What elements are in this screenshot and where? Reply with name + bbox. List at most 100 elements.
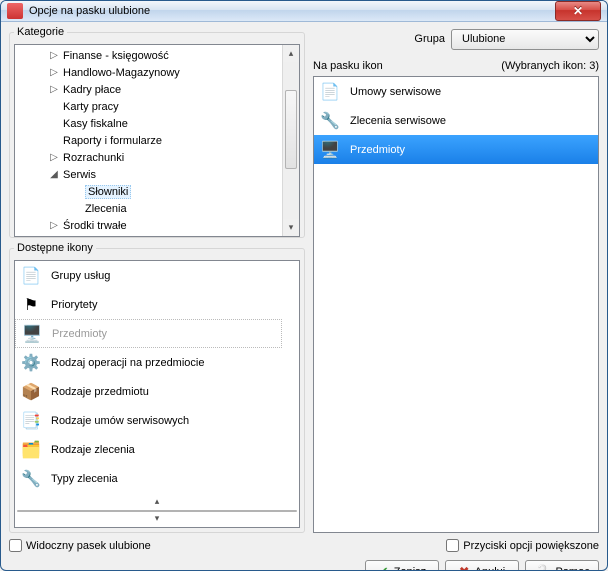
categories-tree[interactable]: ▷ Finanse - księgowość ▷ Handlowo-Magazynow… bbox=[14, 44, 300, 237]
large-buttons-input[interactable] bbox=[446, 539, 459, 552]
scroll-down-icon[interactable]: ▾ bbox=[283, 219, 299, 236]
tree-item[interactable]: ▷ Finanse - księgowość bbox=[17, 47, 282, 64]
scroll-down-icon[interactable]: ▾ bbox=[15, 510, 299, 527]
toolbar-icons-list[interactable]: 📄Umowy serwisowe 🔧 Zlecenia serwisowe 🖥️ Prz… bbox=[313, 76, 599, 533]
item-icon: ⚙️ bbox=[19, 352, 43, 374]
left-column: Kategorie ▷ Finanse - księgowość ▷ Handlowo… bbox=[9, 26, 305, 533]
list-item-label: Rodzaje przedmiotu bbox=[51, 386, 149, 398]
item-icon: 🔧 bbox=[19, 468, 43, 490]
cross-icon: ✖ bbox=[459, 564, 470, 571]
favorites-item-label: Zlecenia serwisowe bbox=[350, 115, 446, 127]
group-selector-row: Grupa Ulubione bbox=[313, 26, 599, 52]
available-scrollbar[interactable]: ▴ ▾ bbox=[15, 493, 299, 527]
scroll-track[interactable] bbox=[283, 62, 299, 219]
list-item[interactable]: 📄Grupy usług bbox=[15, 261, 282, 290]
toolbar-icons-count: (Wybranych ikon: 3) bbox=[501, 60, 599, 72]
tree-item[interactable]: Zlecenia bbox=[17, 200, 282, 217]
list-item-label: Rodzaj operacji na przedmiocie bbox=[51, 357, 204, 369]
list-item-label: Priorytety bbox=[51, 299, 97, 311]
visible-favorites-checkbox[interactable]: Widoczny pasek ulubione bbox=[9, 539, 151, 552]
expander-icon[interactable]: ▷ bbox=[49, 50, 59, 61]
tree-item-label: Rozrachunki bbox=[63, 152, 124, 164]
tree-item-label: Środki trwałe bbox=[63, 220, 127, 232]
tree-item-label: Zlecenia bbox=[85, 203, 127, 215]
window-title: Opcje na pasku ulubione bbox=[29, 5, 555, 17]
list-item[interactable]: ⚙️ Rodzaj operacji na przedmiocie bbox=[15, 348, 282, 377]
tree-item[interactable]: Raporty i formularze bbox=[17, 132, 282, 149]
tree-item[interactable]: ◢Serwis bbox=[17, 166, 282, 183]
tree-item-label: Karty pracy bbox=[63, 101, 119, 113]
expander-icon[interactable]: ▷ bbox=[49, 67, 59, 78]
item-icon: 🖥️ bbox=[20, 323, 44, 345]
tree-item[interactable]: ▷ Handlowo-Magazynowy bbox=[17, 64, 282, 81]
help-button-label: Pomoc bbox=[555, 566, 589, 571]
cancel-button-label: Anuluj bbox=[475, 566, 506, 571]
main-columns: Kategorie ▷ Finanse - księgowość ▷ Handlowo… bbox=[9, 26, 599, 533]
scroll-up-icon[interactable]: ▴ bbox=[15, 493, 299, 510]
help-icon: ❔ bbox=[534, 564, 550, 571]
list-item[interactable]: 📦Rodzaje przedmiotu bbox=[15, 377, 282, 406]
save-button[interactable]: ✔ Zapisz bbox=[365, 560, 439, 571]
expander-icon[interactable]: ▷ bbox=[49, 84, 59, 95]
right-column: Grupa Ulubione Na pasku ikon (Wybranych … bbox=[313, 26, 599, 533]
visible-favorites-input[interactable] bbox=[9, 539, 22, 552]
save-button-label: Zapisz bbox=[394, 566, 426, 571]
list-item[interactable]: 🖥️ Przedmioty bbox=[15, 319, 282, 348]
categories-scrollbar[interactable]: ▴ ▾ bbox=[282, 45, 299, 236]
available-icons-list[interactable]: 📄Grupy usług ⚑ Priorytety 🖥️ Przedmioty ⚙️ Rod… bbox=[14, 260, 300, 528]
favorites-item[interactable]: 🖥️ Przedmioty bbox=[314, 135, 598, 164]
list-item-label: Grupy usług bbox=[51, 270, 110, 282]
categories-legend: Kategorie bbox=[14, 26, 67, 38]
item-icon: 🔧 bbox=[318, 110, 342, 132]
item-icon: 🖥️ bbox=[318, 139, 342, 161]
scroll-thumb[interactable] bbox=[285, 90, 297, 169]
titlebar[interactable]: Opcje na pasku ulubione ✕ bbox=[1, 1, 607, 22]
list-item-label: Rodzaje zlecenia bbox=[51, 444, 135, 456]
list-item[interactable]: 🗂️ Rodzaje zlecenia bbox=[15, 435, 282, 464]
tree-item-label: Kasy fiskalne bbox=[63, 118, 128, 130]
tree-item[interactable]: Karty pracy bbox=[17, 98, 282, 115]
favorites-options-window: Opcje na pasku ulubione ✕ Kategorie ▷ Fin… bbox=[0, 0, 608, 571]
favorites-item[interactable]: 🔧 Zlecenia serwisowe bbox=[314, 106, 598, 135]
list-item[interactable]: ⚑ Priorytety bbox=[15, 290, 282, 319]
tree-item-label: Słowniki bbox=[85, 185, 131, 199]
favorites-item-label: Przedmioty bbox=[350, 144, 405, 156]
expander-icon[interactable]: ▷ bbox=[49, 152, 59, 163]
tree-item-label: Raporty i formularze bbox=[63, 135, 162, 147]
tree-item-label: Finanse - księgowość bbox=[63, 50, 169, 62]
tree-item[interactable]: Słowniki bbox=[17, 183, 282, 200]
tree-item[interactable]: ▷ Kadry płace bbox=[17, 81, 282, 98]
check-icon: ✔ bbox=[378, 564, 389, 571]
tree-item[interactable]: ▷ Rozrachunki bbox=[17, 149, 282, 166]
scroll-up-icon[interactable]: ▴ bbox=[283, 45, 299, 62]
tree-item-label: Handlowo-Magazynowy bbox=[63, 67, 180, 79]
available-icons-group: Dostępne ikony 📄Grupy usług⚑Priorytety🖥️… bbox=[9, 242, 305, 533]
item-icon: ⚑ bbox=[19, 294, 43, 316]
app-icon bbox=[7, 3, 23, 19]
visible-favorites-label: Widoczny pasek ulubione bbox=[26, 540, 151, 552]
group-select[interactable]: Ulubione bbox=[451, 29, 599, 50]
tree-item[interactable]: Kasy fiskalne bbox=[17, 115, 282, 132]
list-item[interactable]: 📑 Rodzaje umów serwisowych bbox=[15, 406, 282, 435]
large-buttons-checkbox[interactable]: Przyciski opcji powiększone bbox=[446, 539, 599, 552]
item-icon: 📑 bbox=[19, 410, 43, 432]
tree-item[interactable]: ▷ Środki trwałe bbox=[17, 217, 282, 234]
expander-icon[interactable]: ◢ bbox=[49, 169, 59, 180]
content: Kategorie ▷ Finanse - księgowość ▷ Handlowo… bbox=[1, 22, 607, 571]
list-item-label: Rodzaje umów serwisowych bbox=[51, 415, 189, 427]
dialog-buttons: ✔ Zapisz ✖ Anuluj ❔ Pomoc bbox=[9, 556, 599, 571]
help-button[interactable]: ❔ Pomoc bbox=[525, 560, 599, 571]
expander-icon[interactable]: ▷ bbox=[49, 220, 59, 231]
list-item[interactable]: 🔧Typy zlecenia bbox=[15, 464, 282, 493]
close-button[interactable]: ✕ bbox=[555, 1, 601, 21]
large-buttons-label: Przyciski opcji powiększone bbox=[463, 540, 599, 552]
item-icon: 🗂️ bbox=[19, 439, 43, 461]
group-label: Grupa bbox=[414, 33, 445, 45]
scroll-thumb[interactable] bbox=[17, 510, 297, 512]
tree-item-label: Kadry płace bbox=[63, 84, 121, 96]
cancel-button[interactable]: ✖ Anuluj bbox=[445, 560, 519, 571]
list-item-label: Przedmioty bbox=[52, 328, 107, 340]
favorites-item-label: Umowy serwisowe bbox=[350, 86, 441, 98]
toolbar-icons-header: Na pasku ikon (Wybranych ikon: 3) bbox=[313, 56, 599, 72]
favorites-item[interactable]: 📄Umowy serwisowe bbox=[314, 77, 598, 106]
